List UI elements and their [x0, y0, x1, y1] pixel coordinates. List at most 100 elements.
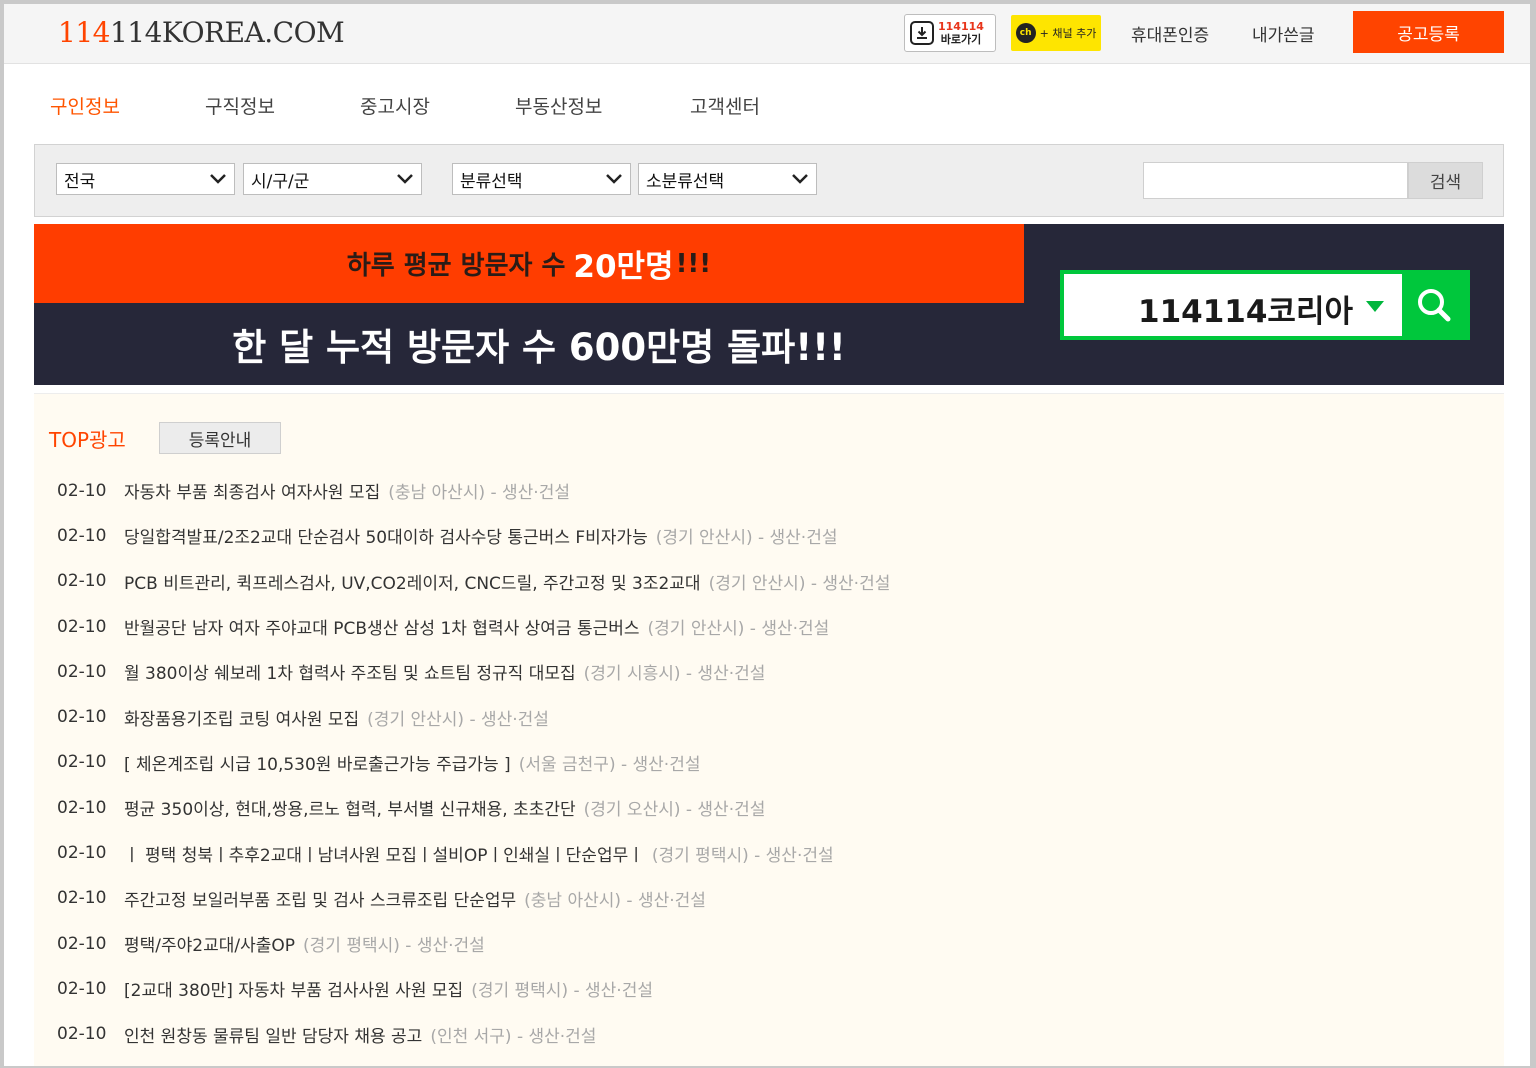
ad-location-category: (경기 안산시) - 생산·건설 [647, 619, 830, 640]
banner-search-keyword: 114114코리아 [1138, 294, 1353, 330]
ad-date: 02-10 [57, 843, 107, 864]
ad-location-category: (충남 아산시) - 생산·건설 [524, 890, 706, 911]
banner-monthly-visitors: 한 달 누적 방문자 수 600만명 돌파!!! [232, 326, 846, 369]
list-item[interactable]: 02-10 인천 원창동 물류팀 일반 담당자 채용 공고 (인천 서구) - 생산… [57, 1012, 1497, 1057]
list-item[interactable]: 02-10 평균 350이상, 현대,쌍용,르노 협력, 부서별 신규채용, 초초… [57, 785, 1497, 830]
tab-customer-center[interactable]: 고객센터 [690, 92, 760, 119]
ad-date: 02-10 [57, 616, 107, 637]
ad-location-category: (경기 안산시) - 생산·건설 [367, 709, 549, 730]
subcategory-select[interactable]: 소분류선택 [638, 163, 817, 195]
phone-verify-link[interactable]: 휴대폰인증 [1131, 21, 1209, 46]
ad-location-category: (경기 오산시) - 생산·건설 [583, 800, 766, 821]
top-ads-title: TOP광고 [49, 428, 126, 452]
list-item[interactable]: 02-10 월 380이상 쉐보레 1차 협력사 주조팀 및 쇼트팀 정규직 대모… [57, 649, 1497, 694]
post-ad-button[interactable]: 공고등록 [1353, 11, 1504, 53]
ad-location-category: (경기 평택시) - 생산·건설 [303, 936, 485, 957]
subcategory-select-value: 소분류선택 [646, 171, 725, 192]
ad-title-link[interactable]: PCB 비트관리, 퀵프레스검사, UV,CO2레이저, CNC드릴, 주간고정… [124, 569, 701, 594]
ad-location-category: (인천 서구) - 생산·건설 [430, 1026, 597, 1047]
app-shortcut-line2: 바로가기 [940, 33, 982, 46]
ad-location-category: (서울 금천구) - 생산·건설 [518, 754, 701, 775]
banner-top-text: 하루 평균 방문자 수 [346, 251, 566, 281]
ad-location-category: (경기 안산시) - 생산·건설 [655, 528, 838, 549]
ad-date: 02-10 [57, 571, 107, 592]
banner-top-highlight: 20만명 [573, 249, 674, 285]
kakao-channel-label: + 채널 추가 [1039, 27, 1097, 40]
app-shortcut-button[interactable]: 114114 바로가기 [904, 14, 996, 52]
ad-title-link[interactable]: 반월공단 남자 여자 주야교대 PCB생산 삼성 1차 협력사 상여금 통근버스 [124, 614, 640, 639]
ad-date: 02-10 [57, 480, 107, 501]
list-item[interactable]: 02-10 주간고정 보일러부품 조립 및 검사 스크류조립 단순업무 (충남 아산… [57, 876, 1497, 921]
banner-daily-visitors: 하루 평균 방문자 수 20만명 !!! [34, 224, 1024, 303]
ad-location-category: (경기 평택시) - 생산·건설 [651, 845, 834, 866]
promo-banner[interactable]: 하루 평균 방문자 수 20만명 !!! 한 달 누적 방문자 수 600만명 … [34, 224, 1504, 385]
dropdown-caret-icon [1366, 301, 1384, 312]
ad-location-category: (경기 시흥시) - 생산·건설 [583, 664, 766, 685]
list-item[interactable]: 02-10 화장품용기조립 코팅 여사원 모집 (경기 안산시) - 생산·건설 [57, 694, 1497, 739]
ad-date: 02-10 [57, 888, 107, 909]
ad-location-category: (충남 아산시) - 생산·건설 [388, 483, 570, 504]
logo-text: 114KOREA.COM [109, 16, 345, 49]
site-logo[interactable]: 114114KOREA.COM [58, 16, 345, 49]
ad-date: 02-10 [57, 661, 107, 682]
tab-real-estate[interactable]: 부동산정보 [515, 92, 602, 119]
region-select-value: 전국 [64, 171, 96, 192]
tab-used-market[interactable]: 중고시장 [360, 92, 430, 119]
ad-date: 02-10 [57, 978, 107, 999]
list-item[interactable]: 02-10 [2교대 380만] 자동차 부품 검사사원 사원 모집 (경기 평택시… [57, 966, 1497, 1011]
ad-title-link[interactable]: ㅣ 평택 청북ㅣ추후2교대ㅣ남녀사원 모집ㅣ설비OPㅣ인쇄실ㅣ단순업무ㅣ [124, 841, 644, 866]
ad-title-link[interactable]: [ 체온계조립 시급 10,530원 바로출근가능 주급가능 ] [124, 750, 511, 775]
ad-title-link[interactable]: 평택/주야2교대/사출OP [124, 931, 295, 956]
chevron-down-icon [210, 174, 226, 184]
ad-location-category: (경기 안산시) - 생산·건설 [708, 573, 891, 594]
list-item[interactable]: 02-10 자동차 부품 최종검사 여자사원 모집 (충남 아산시) - 생산·건설 [57, 468, 1497, 513]
ad-date: 02-10 [57, 1024, 107, 1045]
ad-title-link[interactable]: [2교대 380만] 자동차 부품 검사사원 사원 모집 [124, 976, 463, 1001]
ad-title-link[interactable]: 화장품용기조립 코팅 여사원 모집 [124, 705, 359, 730]
city-select[interactable]: 시/구/군 [243, 163, 422, 195]
logo-highlight: 114 [58, 16, 110, 49]
search-button[interactable]: 검색 [1408, 162, 1483, 199]
kakao-channel-button[interactable]: ch + 채널 추가 [1011, 15, 1101, 51]
app-shortcut-line1: 114114 [938, 20, 984, 33]
category-select[interactable]: 분류선택 [452, 163, 631, 195]
list-item[interactable]: 02-10 ㅣ 평택 청북ㅣ추후2교대ㅣ남녀사원 모집ㅣ설비OPㅣ인쇄실ㅣ단순업무… [57, 830, 1497, 875]
my-posts-link[interactable]: 내가쓴글 [1252, 21, 1315, 46]
ad-date: 02-10 [57, 752, 107, 773]
ad-date: 02-10 [57, 933, 107, 954]
top-ads-list: 02-10 자동차 부품 최종검사 여자사원 모집 (충남 아산시) - 생산·건설… [57, 468, 1497, 1057]
category-select-value: 분류선택 [460, 171, 523, 192]
top-ads-section: TOP광고 등록안내 02-10 자동차 부품 최종검사 여자사원 모집 (충남 아… [34, 393, 1504, 1066]
banner-search-box: 114114코리아 [1060, 270, 1470, 340]
tab-job-offers[interactable]: 구인정보 [50, 92, 120, 119]
ad-date: 02-10 [57, 525, 107, 546]
ad-location-category: (경기 평택시) - 생산·건설 [471, 981, 653, 1002]
city-select-value: 시/구/군 [251, 171, 310, 192]
app-shortcut-label: 114114 바로가기 [938, 20, 984, 46]
ad-date: 02-10 [57, 797, 107, 818]
chevron-down-icon [792, 174, 808, 184]
ad-title-link[interactable]: 평균 350이상, 현대,쌍용,르노 협력, 부서별 신규채용, 초초간단 [124, 795, 576, 820]
region-select[interactable]: 전국 [56, 163, 235, 195]
list-item[interactable]: 02-10 반월공단 남자 여자 주야교대 PCB생산 삼성 1차 협력사 상여금… [57, 604, 1497, 649]
list-item[interactable]: 02-10 평택/주야2교대/사출OP (경기 평택시) - 생산·건설 [57, 921, 1497, 966]
list-item[interactable]: 02-10 당일합격발표/2조2교대 단순검사 50대이하 검사수당 통근버스 F… [57, 513, 1497, 558]
ad-title-link[interactable]: 주간고정 보일러부품 조립 및 검사 스크류조립 단순업무 [124, 886, 516, 911]
filter-panel: 전국 시/구/군 분류선택 소분류선택 검색 [34, 144, 1504, 217]
registration-guide-button[interactable]: 등록안내 [159, 422, 281, 454]
ad-title-link[interactable]: 월 380이상 쉐보레 1차 협력사 주조팀 및 쇼트팀 정규직 대모집 [124, 659, 576, 684]
ad-title-link[interactable]: 당일합격발표/2조2교대 단순검사 50대이하 검사수당 통근버스 F비자가능 [124, 523, 648, 548]
kakao-channel-icon: ch [1015, 23, 1036, 43]
browser-viewport: 114114KOREA.COM 114114 바로가기 ch + 채널 추가 휴… [4, 4, 1530, 1066]
ad-date: 02-10 [57, 707, 107, 728]
ad-title-link[interactable]: 자동차 부품 최종검사 여자사원 모집 [124, 478, 380, 503]
search-icon [1402, 274, 1466, 336]
search-input[interactable] [1143, 162, 1408, 199]
ad-title-link[interactable]: 인천 원창동 물류팀 일반 담당자 채용 공고 [124, 1022, 422, 1047]
list-item[interactable]: 02-10 PCB 비트관리, 퀵프레스검사, UV,CO2레이저, CNC드릴,… [57, 559, 1497, 604]
chevron-down-icon [606, 174, 622, 184]
list-item[interactable]: 02-10 [ 체온계조립 시급 10,530원 바로출근가능 주급가능 ] (서울… [57, 740, 1497, 785]
top-bar: 114114KOREA.COM 114114 바로가기 ch + 채널 추가 휴… [4, 4, 1530, 64]
tab-job-seekers[interactable]: 구직정보 [205, 92, 275, 119]
banner-top-exclaim: !!! [675, 248, 712, 279]
